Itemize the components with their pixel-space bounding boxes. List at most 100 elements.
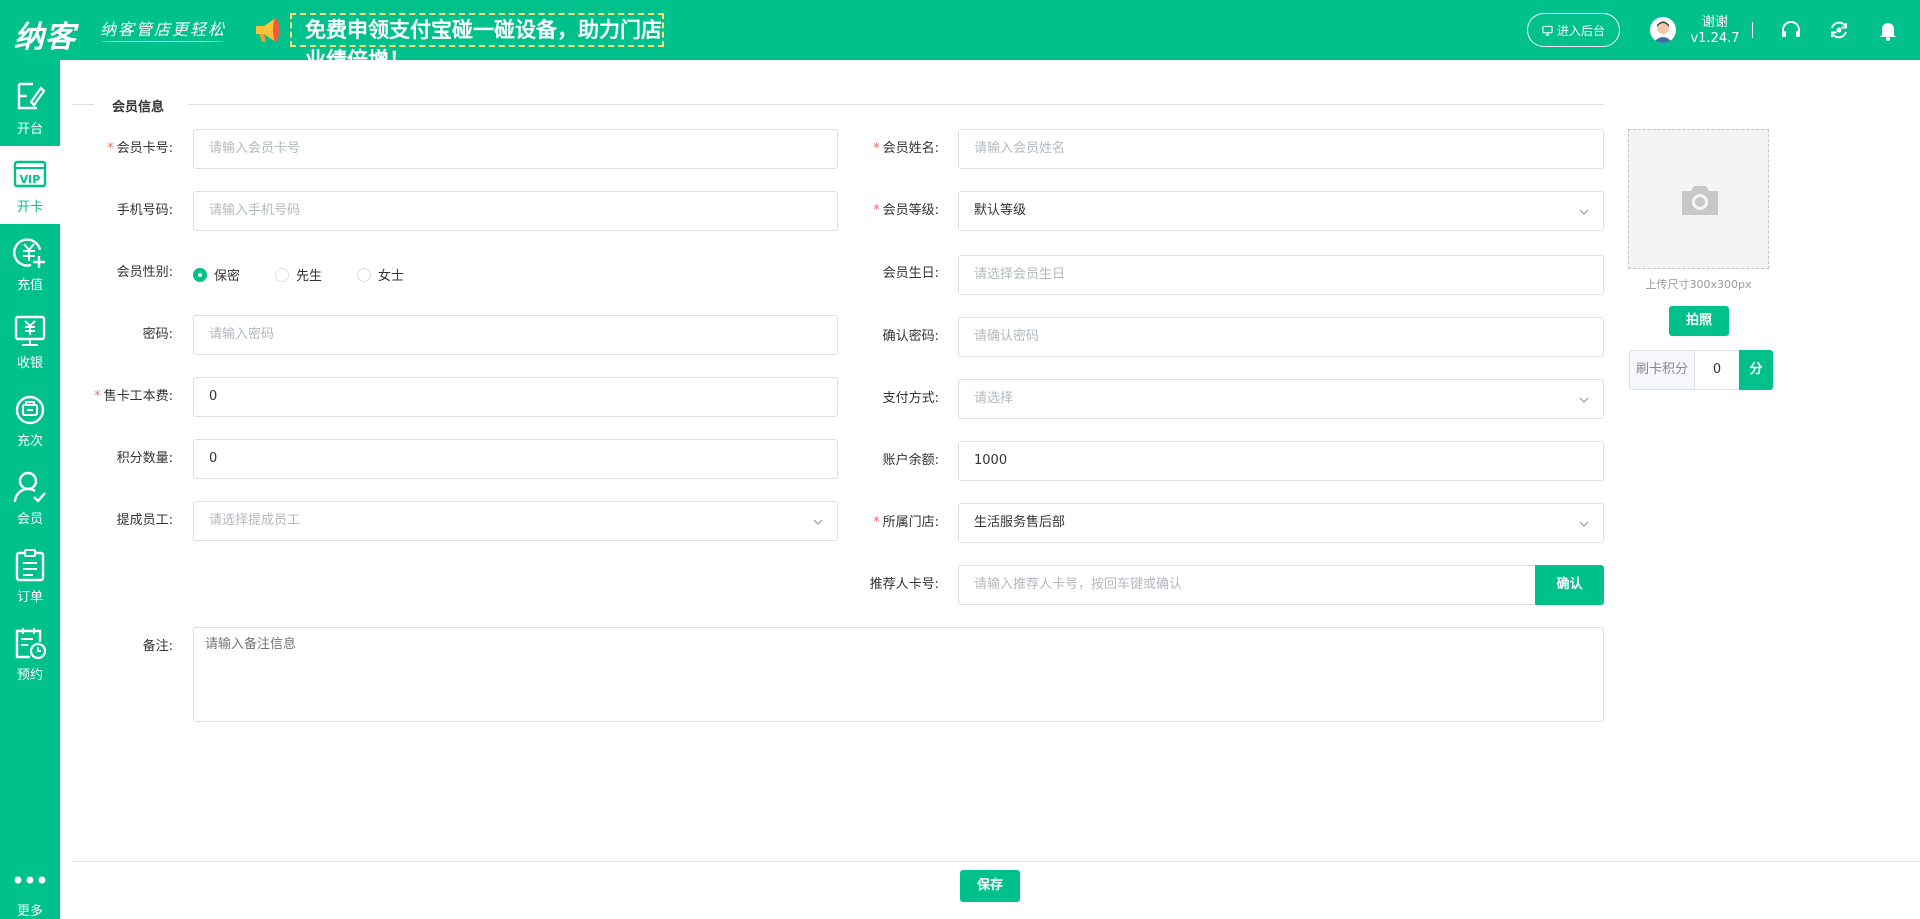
- referrer-input[interactable]: 请输入推荐人卡号，按回车键或确认: [958, 565, 1536, 605]
- headset-icon[interactable]: [1779, 18, 1803, 42]
- radio-label: 保密: [214, 269, 241, 284]
- sidebar-item-recharge[interactable]: 充值: [0, 224, 60, 302]
- required-mark: *: [873, 515, 880, 530]
- recharge-times-icon: [15, 395, 45, 425]
- sidebar-item-cashier[interactable]: 收银: [0, 302, 60, 380]
- gender-radio-secret[interactable]: 保密: [193, 265, 240, 284]
- sidebar-item-label: 充值: [16, 278, 43, 293]
- sidebar-item-label: 开卡: [16, 200, 43, 215]
- order-icon: [15, 549, 45, 582]
- points-input[interactable]: 0: [193, 439, 838, 479]
- avatar[interactable]: [1650, 17, 1676, 43]
- sidebar-item-more[interactable]: 更多: [0, 840, 60, 919]
- birthday-label: 会员生日:: [882, 266, 939, 281]
- save-button[interactable]: 保存: [960, 870, 1020, 902]
- app-logo[interactable]: 纳客: [14, 12, 76, 56]
- radio-dot: [275, 267, 289, 282]
- bell-icon[interactable]: [1876, 18, 1900, 42]
- chevron-down-icon: [1579, 397, 1589, 403]
- enter-backend-button[interactable]: 进入后台: [1527, 13, 1620, 47]
- monitor-icon: [1542, 25, 1553, 36]
- cashier-icon: [14, 315, 46, 346]
- card-no-input[interactable]: 请输入会员卡号: [193, 129, 838, 169]
- sidebar-item-recharge-times[interactable]: 充次: [0, 380, 60, 458]
- staff-select[interactable]: 请选择提成员工: [193, 501, 838, 541]
- card-fee-input[interactable]: 0: [193, 377, 838, 417]
- staff-label: 提成员工:: [116, 513, 173, 528]
- pay-method-select[interactable]: 请选择: [958, 379, 1604, 419]
- sidebar-item-label: 订单: [16, 590, 43, 605]
- photo-upload[interactable]: [1628, 129, 1769, 269]
- required-mark: *: [873, 203, 880, 218]
- confirm-password-input[interactable]: 请确认密码: [958, 317, 1604, 357]
- card-fee-label: * 售卡工本费:: [94, 389, 173, 404]
- member-name-label: * 会员姓名:: [873, 141, 939, 156]
- store-select[interactable]: 生活服务售后部: [958, 503, 1604, 543]
- gender-radio-female[interactable]: 女士: [357, 265, 404, 284]
- member-name-input[interactable]: 请输入会员姓名: [958, 129, 1604, 169]
- recharge-icon: [13, 238, 45, 268]
- app-version: v1.24.7: [1690, 31, 1740, 46]
- sidebar-item-member[interactable]: 会员: [0, 458, 60, 536]
- password-input[interactable]: 请输入密码: [193, 315, 838, 355]
- enter-backend-label: 进入后台: [1556, 23, 1605, 38]
- required-mark: *: [94, 389, 101, 404]
- password-label: 密码:: [142, 327, 173, 342]
- referrer-label: 推荐人卡号:: [869, 577, 939, 592]
- slogan-underline: [100, 40, 224, 42]
- section-title: 会员信息: [112, 100, 165, 115]
- table-icon: [17, 82, 46, 110]
- balance-input[interactable]: 1000: [958, 441, 1604, 481]
- camera-icon: [1682, 186, 1718, 215]
- swipe-points-label: 刷卡积分: [1629, 350, 1695, 390]
- points-label: 积分数量:: [116, 451, 173, 466]
- reservation-icon: [15, 628, 47, 660]
- referrer-confirm-button[interactable]: 确认: [1535, 565, 1604, 605]
- sidebar-item-open-card[interactable]: VIP 开卡: [0, 146, 60, 224]
- sidebar-item-open-table[interactable]: 开台: [0, 68, 60, 146]
- sync-icon[interactable]: [1827, 18, 1851, 42]
- card-no-label: * 会员卡号:: [107, 141, 173, 156]
- promo-banner[interactable]: 免费申领支付宝碰一碰设备，助力门店业绩倍增！: [290, 13, 664, 72]
- more-icon: [14, 876, 46, 884]
- staff-placeholder: 请选择提成员工: [209, 513, 301, 528]
- vip-card-icon: VIP: [13, 160, 47, 188]
- store-label: * 所属门店:: [873, 515, 939, 530]
- swipe-points-unit: 分: [1739, 350, 1773, 390]
- phone-label: 手机号码:: [116, 203, 173, 218]
- take-photo-button[interactable]: 拍照: [1669, 306, 1729, 336]
- chevron-down-icon: [813, 519, 823, 525]
- sidebar-item-label: 更多: [16, 904, 43, 919]
- user-name[interactable]: 谢谢: [1690, 11, 1740, 30]
- pay-method-label: 支付方式:: [882, 391, 939, 406]
- section-divider-left: [72, 104, 94, 105]
- sidebar-item-order[interactable]: 订单: [0, 536, 60, 614]
- pay-method-placeholder: 请选择: [974, 391, 1014, 406]
- swipe-points-input[interactable]: 0: [1695, 350, 1739, 390]
- phone-input[interactable]: 请输入手机号码: [193, 191, 838, 231]
- section-divider: [188, 104, 1604, 105]
- sidebar-item-label: 收银: [16, 356, 43, 371]
- footer-divider: [72, 861, 1920, 862]
- header-divider: [1752, 22, 1753, 38]
- sidebar: 开台 VIP 开卡 充值 收银 充次 会员 订单 预约 更多: [0, 60, 60, 919]
- gender-radio-male[interactable]: 先生: [275, 265, 322, 284]
- sidebar-item-reservation[interactable]: 预约: [0, 614, 60, 692]
- radio-dot: [193, 267, 207, 282]
- member-level-select[interactable]: 默认等级: [958, 191, 1604, 231]
- sidebar-item-label: 预约: [16, 668, 43, 683]
- store-value: 生活服务售后部: [974, 515, 1066, 530]
- app-slogan: 纳客管店更轻松: [100, 20, 227, 39]
- svg-text:VIP: VIP: [20, 173, 41, 186]
- user-avatar-icon: [1653, 21, 1673, 43]
- member-icon: [13, 471, 46, 503]
- birthday-picker[interactable]: 请选择会员生日: [958, 255, 1604, 295]
- member-level-label: * 会员等级:: [873, 203, 939, 218]
- remark-textarea[interactable]: [193, 627, 1604, 722]
- photo-size-tip: 上传尺寸300x300px: [1645, 278, 1752, 291]
- radio-label: 先生: [296, 269, 323, 284]
- balance-label: 账户余额:: [882, 453, 939, 468]
- sidebar-item-label: 充次: [16, 434, 43, 449]
- megaphone-icon: [256, 18, 279, 42]
- member-level-value: 默认等级: [974, 203, 1027, 218]
